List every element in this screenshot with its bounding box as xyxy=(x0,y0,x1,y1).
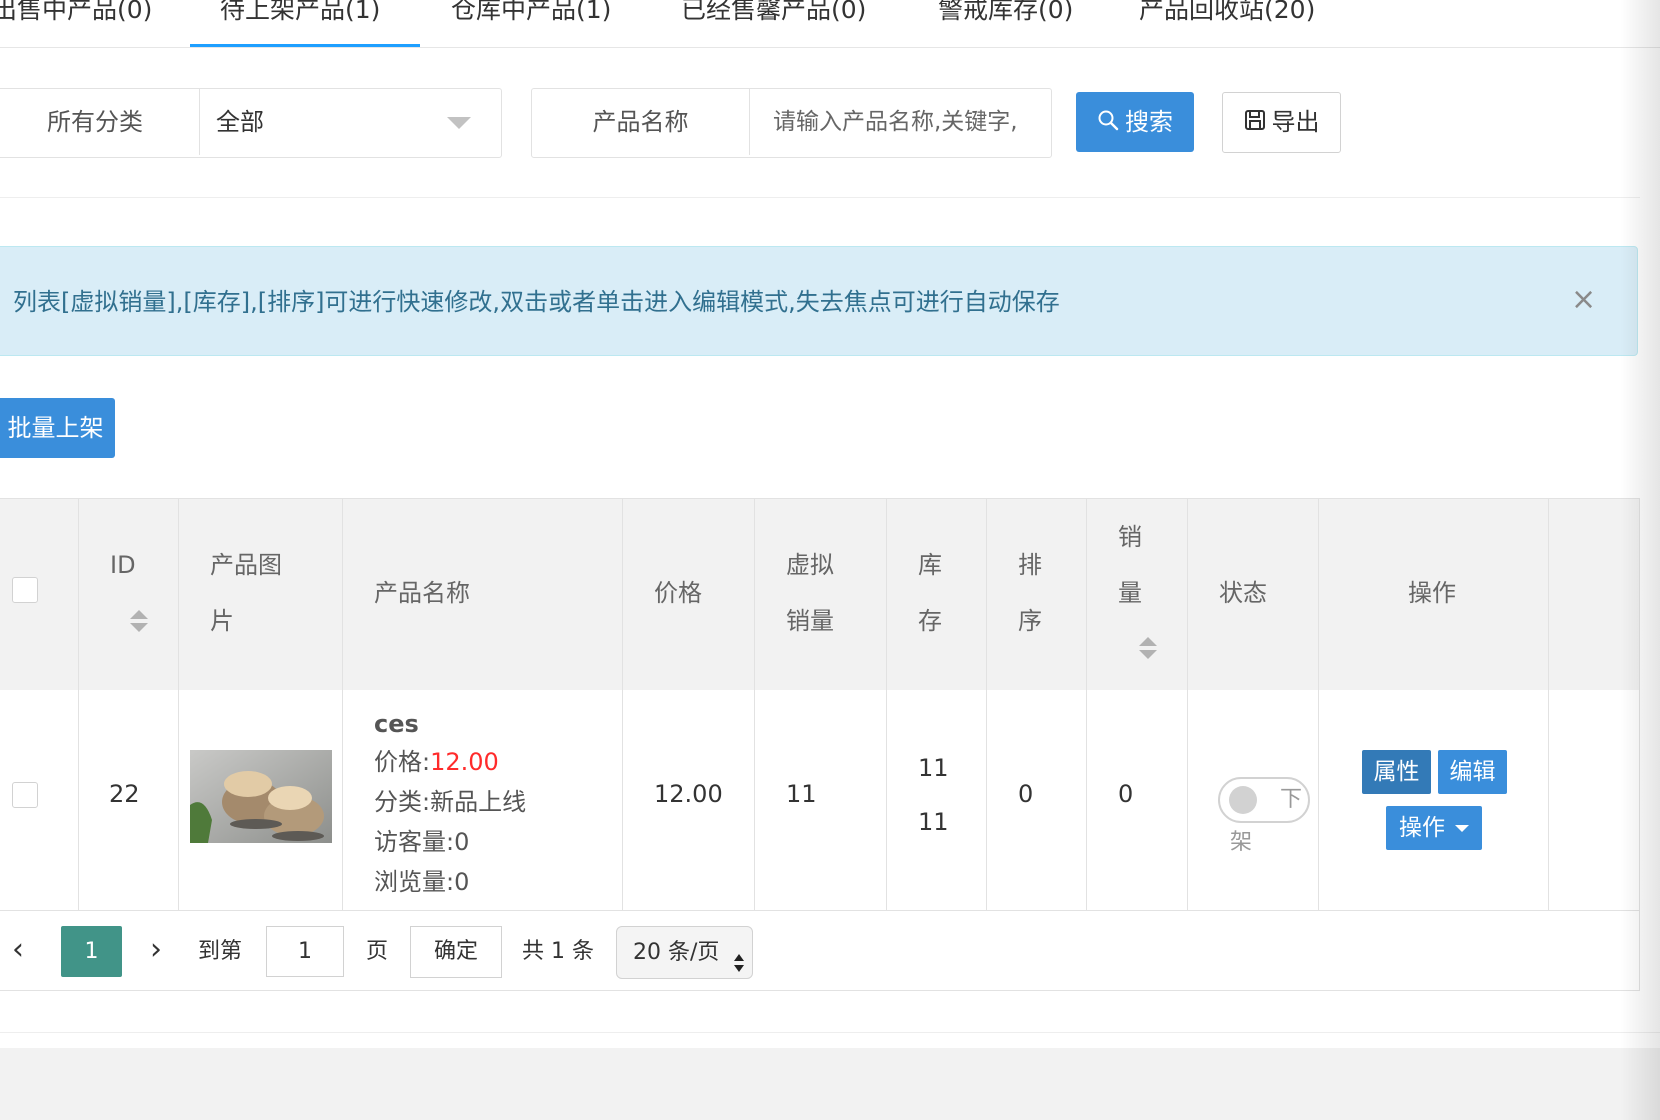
prev-page-icon[interactable]: ‹ xyxy=(12,930,24,970)
header-actions: 操作 xyxy=(1408,579,1456,607)
column-divider xyxy=(178,499,179,910)
table-row: 22 ces 价格:12.00 分类:新品上线 访客量:0 浏览量:0 12.0… xyxy=(0,690,1639,911)
info-alert: 列表[虚拟销量],[库存],[排序]可进行快速修改,双击或者单击进入编辑模式,失… xyxy=(0,246,1638,356)
header-price: 价格 xyxy=(654,579,702,607)
product-table: ID 产品图 片 产品名称 价格 虚拟 销量 库 存 排 序 销 量 状态 操作… xyxy=(0,498,1640,991)
cell-stock-second: 11 xyxy=(918,808,949,836)
select-all-checkbox[interactable] xyxy=(12,577,38,603)
column-divider xyxy=(342,499,343,910)
header-image: 产品图 xyxy=(210,551,282,579)
total-count: 共 1 条 xyxy=(522,939,594,964)
sort-sales-icon[interactable] xyxy=(1139,637,1157,661)
search-icon xyxy=(1097,93,1119,153)
footer-area xyxy=(0,1048,1660,1120)
operations-dropdown-button[interactable]: 操作 xyxy=(1386,806,1482,850)
header-status: 状态 xyxy=(1219,579,1267,607)
active-tab-underline xyxy=(190,44,420,47)
export-button-label: 导出 xyxy=(1271,108,1320,136)
cell-price: 12.00 xyxy=(654,780,723,808)
column-divider xyxy=(754,499,755,910)
goto-confirm-button[interactable]: 确定 xyxy=(410,926,502,978)
header-sort-cont: 序 xyxy=(1018,607,1042,635)
name-filter: 产品名称 xyxy=(531,88,1052,158)
column-divider xyxy=(1187,499,1188,910)
batch-publish-button[interactable]: 批量上架 xyxy=(0,398,115,458)
header-virtual-sales: 虚拟 xyxy=(786,551,834,579)
page-1-button[interactable]: 1 xyxy=(61,926,122,977)
tab-sold-out[interactable]: 已经售馨产品(0) xyxy=(681,0,866,42)
operations-label: 操作 xyxy=(1399,815,1445,841)
column-divider xyxy=(1086,499,1087,910)
cell-stock[interactable]: 11 xyxy=(918,754,949,782)
goto-label: 到第 xyxy=(198,939,243,964)
column-divider xyxy=(622,499,623,910)
toggle-knob xyxy=(1229,786,1257,814)
product-visitors: 访客量:0 xyxy=(374,828,470,856)
header-sales: 销 xyxy=(1118,523,1142,551)
per-page-value: 20 条/页 xyxy=(633,940,720,965)
category-select-value: 全部 xyxy=(216,108,264,136)
header-id: ID xyxy=(110,551,136,579)
price-label: 价格: xyxy=(374,748,431,776)
toggle-label-tail: 架 xyxy=(1230,830,1253,855)
column-divider xyxy=(1548,499,1549,910)
product-category: 分类:新品上线 xyxy=(374,788,527,816)
close-icon[interactable]: × xyxy=(1571,285,1596,315)
alert-text: 列表[虚拟销量],[库存],[排序]可进行快速修改,双击或者单击进入编辑模式,失… xyxy=(13,288,1060,316)
cell-id: 22 xyxy=(109,780,140,808)
product-views: 浏览量:0 xyxy=(374,868,470,896)
goto-page-input[interactable]: 1 xyxy=(266,926,344,977)
footer-divider xyxy=(0,1032,1660,1033)
next-page-icon[interactable]: › xyxy=(150,930,162,970)
name-label: 产品名称 xyxy=(592,108,689,136)
header-virtual-sales-cont: 销量 xyxy=(786,607,834,635)
search-input[interactable] xyxy=(749,89,1049,155)
edit-button[interactable]: 编辑 xyxy=(1438,750,1507,794)
header-name: 产品名称 xyxy=(374,579,470,607)
pagination: ‹ 1 › 到第 1 页 确定 共 1 条 20 条/页 xyxy=(0,910,1639,990)
toggle-label: 下 xyxy=(1280,787,1303,812)
tab-stock-alert[interactable]: 警戒库存(0) xyxy=(938,0,1073,42)
page-unit-label: 页 xyxy=(366,939,389,964)
search-button[interactable]: 搜索 xyxy=(1076,92,1194,152)
row-checkbox[interactable] xyxy=(12,782,38,808)
status-toggle[interactable]: 下 xyxy=(1218,777,1310,823)
header-stock: 库 xyxy=(918,551,942,579)
column-divider xyxy=(1318,499,1319,910)
chevron-down-icon xyxy=(447,117,471,129)
tab-pending[interactable]: 待上架产品(1) xyxy=(220,0,380,42)
table-header: ID 产品图 片 产品名称 价格 虚拟 销量 库 存 排 序 销 量 状态 操作 xyxy=(0,499,1639,691)
column-divider xyxy=(986,499,987,910)
caret-down-icon xyxy=(1455,825,1469,832)
product-image xyxy=(190,750,332,843)
category-filter: 所有分类 全部 xyxy=(0,88,502,158)
category-select[interactable]: 全部 xyxy=(200,89,499,155)
column-divider xyxy=(886,499,887,910)
attributes-button[interactable]: 属性 xyxy=(1362,750,1431,794)
tab-recycle-bin[interactable]: 产品回收站(20) xyxy=(1139,0,1315,42)
export-button[interactable]: 导出 xyxy=(1222,92,1341,153)
cell-virtual-sales[interactable]: 11 xyxy=(786,780,817,808)
sort-id-icon[interactable] xyxy=(130,610,148,634)
header-stock-cont: 存 xyxy=(918,607,942,635)
column-divider xyxy=(78,499,79,910)
product-price-line: 价格:12.00 xyxy=(374,742,499,777)
select-arrows-icon xyxy=(733,942,745,993)
cell-sort[interactable]: 0 xyxy=(1018,780,1033,808)
header-image-cont: 片 xyxy=(210,607,234,635)
section-divider xyxy=(0,197,1640,198)
tab-on-sale[interactable]: 出售中产品(0) xyxy=(0,0,152,42)
header-sales-cont: 量 xyxy=(1118,579,1142,607)
price-value: 12.00 xyxy=(430,748,499,776)
search-button-label: 搜索 xyxy=(1125,108,1173,136)
product-name: ces xyxy=(374,710,419,738)
per-page-select[interactable]: 20 条/页 xyxy=(616,926,753,979)
tab-warehouse[interactable]: 仓库中产品(1) xyxy=(451,0,611,42)
cell-sales: 0 xyxy=(1118,780,1134,808)
category-label: 所有分类 xyxy=(47,108,143,136)
tab-bar: 出售中产品(0) 待上架产品(1) 仓库中产品(1) 已经售馨产品(0) 警戒库… xyxy=(0,0,1660,48)
save-icon xyxy=(1244,94,1266,153)
header-sort: 排 xyxy=(1018,551,1042,579)
